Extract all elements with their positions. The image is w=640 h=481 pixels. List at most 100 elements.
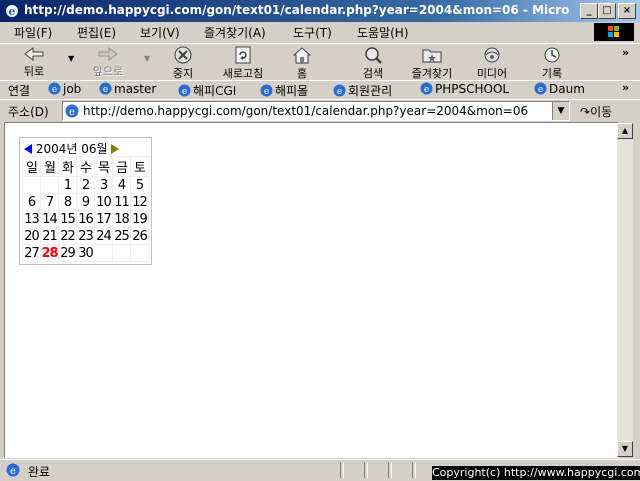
forward-dropdown[interactable]: ▼ xyxy=(144,54,150,63)
home-icon xyxy=(292,47,312,64)
windows-flag-icon xyxy=(608,26,619,37)
day-cell xyxy=(130,244,149,262)
day-cell[interactable]: 23 xyxy=(76,227,95,245)
stop-button[interactable]: 중지 xyxy=(155,46,211,80)
link-phpschool[interactable]: e PHPSCHOOL xyxy=(420,82,509,96)
day-cell[interactable]: 30 xyxy=(76,244,95,262)
day-cell[interactable]: 22 xyxy=(58,227,77,245)
close-button[interactable]: × xyxy=(618,3,636,19)
next-month-arrow-icon[interactable] xyxy=(111,144,120,154)
prev-month-arrow-icon[interactable] xyxy=(24,144,32,154)
day-cell[interactable]: 6 xyxy=(22,193,41,211)
weekday-cell: 수 xyxy=(76,156,95,177)
weekday-cell: 월 xyxy=(40,156,59,177)
links-overflow-chevron[interactable]: » xyxy=(622,81,629,94)
day-cell[interactable]: 12 xyxy=(130,193,149,211)
ie-page-icon: e xyxy=(178,84,191,97)
refresh-button[interactable]: 새로고침 xyxy=(215,46,271,80)
address-dropdown-button[interactable]: ▼ xyxy=(552,102,569,120)
menu-view[interactable]: 보기(V) xyxy=(140,24,180,41)
day-cell[interactable]: 14 xyxy=(40,210,59,228)
back-dropdown[interactable]: ▼ xyxy=(68,54,74,63)
back-button[interactable]: 뒤로 xyxy=(6,46,62,80)
svg-text:e: e xyxy=(9,5,16,18)
link-job[interactable]: e job xyxy=(48,82,81,96)
favorites-button[interactable]: 즐겨찾기 xyxy=(404,46,460,80)
day-cell[interactable]: 19 xyxy=(130,210,149,228)
day-cell xyxy=(40,176,59,194)
history-button[interactable]: 기록 xyxy=(524,46,580,80)
weekday-cell: 목 xyxy=(94,156,113,177)
day-cell[interactable]: 15 xyxy=(58,210,77,228)
menu-favorites[interactable]: 즐겨찾기(A) xyxy=(204,24,266,41)
scroll-up-button[interactable]: ▲ xyxy=(617,123,633,139)
menu-file[interactable]: 파일(F) xyxy=(14,24,52,41)
media-icon xyxy=(484,47,500,63)
home-button[interactable]: 홈 xyxy=(274,46,330,80)
week-row: 27 28 29 30 xyxy=(22,244,149,262)
day-cell xyxy=(112,244,131,262)
menu-tools[interactable]: 도구(T) xyxy=(293,24,332,41)
vertical-scrollbar[interactable]: ▲ ▼ xyxy=(617,123,633,457)
day-cell[interactable]: 17 xyxy=(94,210,113,228)
media-button[interactable]: 미디어 xyxy=(464,46,520,80)
calendar-header: 2004년 06월 xyxy=(22,140,149,156)
status-divider xyxy=(364,462,368,478)
day-cell[interactable]: 16 xyxy=(76,210,95,228)
day-cell[interactable]: 9 xyxy=(76,193,95,211)
day-cell[interactable]: 8 xyxy=(58,193,77,211)
calendar-grid: 일 월 화 수 목 금 토 1 2 3 4 5 6 7 8 9 10 11 12… xyxy=(22,156,149,262)
ie-page-icon: e xyxy=(333,84,346,97)
address-input[interactable]: e http://demo.happycgi.com/gon/text01/ca… xyxy=(62,101,570,121)
favorites-folder-icon xyxy=(422,49,442,63)
search-button[interactable]: 검색 xyxy=(345,46,401,80)
svg-text:e: e xyxy=(264,87,269,97)
day-cell[interactable]: 5 xyxy=(130,176,149,194)
maximize-button[interactable]: □ xyxy=(598,3,616,19)
calendar-title: 2004년 06월 xyxy=(35,142,108,156)
day-cell[interactable]: 21 xyxy=(40,227,59,245)
day-cell[interactable]: 29 xyxy=(58,244,77,262)
day-cell[interactable]: 11 xyxy=(112,193,131,211)
ie-page-icon: e xyxy=(260,84,273,97)
copyright-watermark: Copyright(c) http://www.happycgi.com xyxy=(432,466,640,480)
search-icon xyxy=(365,47,382,64)
day-cell[interactable]: 10 xyxy=(94,193,113,211)
day-cell[interactable]: 25 xyxy=(112,227,131,245)
menu-edit[interactable]: 편집(E) xyxy=(77,24,116,41)
status-divider xyxy=(388,462,392,478)
link-daum[interactable]: e Daum xyxy=(534,82,585,96)
forward-button[interactable]: 앞으로 xyxy=(80,46,136,80)
day-cell[interactable]: 13 xyxy=(22,210,41,228)
window-title: http://demo.happycgi.com/gon/text01/cale… xyxy=(24,3,569,17)
svg-text:e: e xyxy=(424,85,429,95)
link-happymall[interactable]: e 해피몰 xyxy=(260,82,308,99)
go-button[interactable]: ↷이동 xyxy=(580,103,612,120)
menu-help[interactable]: 도움말(H) xyxy=(357,24,409,41)
link-happycgi[interactable]: e 해피CGI xyxy=(178,82,236,99)
minimize-button[interactable]: _ xyxy=(580,3,598,19)
week-row: 20 21 22 23 24 25 26 xyxy=(22,227,149,245)
day-cell[interactable]: 7 xyxy=(40,193,59,211)
day-cell[interactable]: 4 xyxy=(112,176,131,194)
link-master[interactable]: e master xyxy=(99,82,156,96)
day-cell[interactable]: 2 xyxy=(76,176,95,194)
svg-text:e: e xyxy=(52,85,57,95)
day-cell[interactable]: 1 xyxy=(58,176,77,194)
weekday-cell: 일 xyxy=(22,156,41,177)
day-cell[interactable]: 24 xyxy=(94,227,113,245)
toolbar-overflow-chevron[interactable]: » xyxy=(622,46,629,59)
link-member-admin[interactable]: e 회원관리 xyxy=(333,82,392,99)
day-cell[interactable]: 18 xyxy=(112,210,131,228)
svg-text:e: e xyxy=(69,107,75,118)
scroll-down-button[interactable]: ▼ xyxy=(617,441,633,457)
day-cell[interactable]: 27 xyxy=(22,244,41,262)
menu-bar: 파일(F) 편집(E) 보기(V) 즐겨찾기(A) 도구(T) 도움말(H) xyxy=(0,22,640,42)
status-divider xyxy=(340,462,344,478)
today-cell[interactable]: 28 xyxy=(40,244,59,262)
day-cell[interactable]: 26 xyxy=(130,227,149,245)
ie-icon: e xyxy=(6,5,18,18)
day-cell[interactable]: 20 xyxy=(22,227,41,245)
windows-logo xyxy=(594,23,634,41)
day-cell[interactable]: 3 xyxy=(94,176,113,194)
